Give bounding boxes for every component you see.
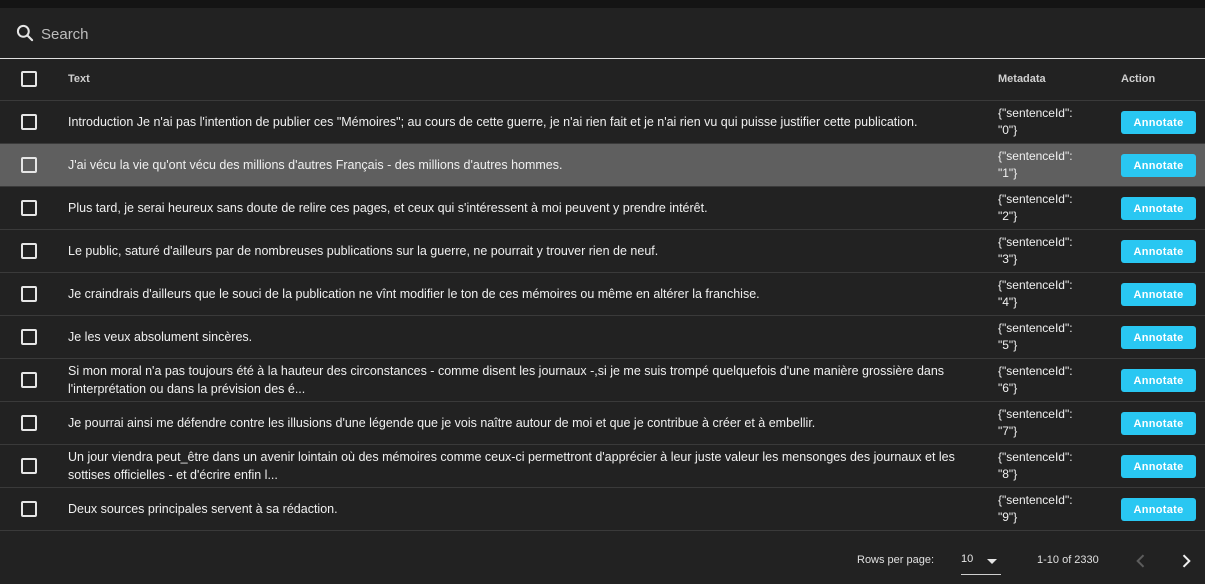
- table-body: Introduction Je n'ai pas l'intention de …: [0, 101, 1205, 531]
- search-bar: [0, 8, 1205, 59]
- column-header-text: Text: [68, 73, 90, 85]
- row-checkbox[interactable]: [21, 114, 37, 130]
- rows-per-page-label: Rows per page:: [857, 554, 935, 566]
- annotate-button[interactable]: Annotate: [1121, 412, 1196, 435]
- row-checkbox[interactable]: [21, 329, 37, 345]
- row-metadata: {"sentenceId": "9"}: [998, 493, 1073, 524]
- chevron-right-icon[interactable]: [1176, 551, 1196, 571]
- row-checkbox[interactable]: [21, 243, 37, 259]
- search-icon: [16, 24, 34, 42]
- table-row[interactable]: Si mon moral n'a pas toujours été à la h…: [0, 359, 1205, 402]
- row-checkbox[interactable]: [21, 286, 37, 302]
- row-checkbox[interactable]: [21, 372, 37, 388]
- annotate-button[interactable]: Annotate: [1121, 455, 1196, 478]
- row-checkbox[interactable]: [21, 458, 37, 474]
- table-row[interactable]: Deux sources principales servent à sa ré…: [0, 488, 1205, 531]
- row-text: Le public, saturé d'ailleurs par de nomb…: [68, 244, 659, 258]
- row-text: Plus tard, je serai heureux sans doute d…: [68, 201, 708, 215]
- arrow-drop-down-icon: [987, 559, 997, 564]
- row-metadata: {"sentenceId": "5"}: [998, 321, 1073, 352]
- row-metadata: {"sentenceId": "7"}: [998, 407, 1073, 438]
- row-metadata: {"sentenceId": "8"}: [998, 450, 1073, 481]
- annotate-button[interactable]: Annotate: [1121, 326, 1196, 349]
- table-row[interactable]: Je craindrais d'ailleurs que le souci de…: [0, 273, 1205, 316]
- row-checkbox[interactable]: [21, 200, 37, 216]
- annotate-button[interactable]: Annotate: [1121, 369, 1196, 392]
- annotate-button[interactable]: Annotate: [1121, 197, 1196, 220]
- chevron-left-icon[interactable]: [1131, 551, 1151, 571]
- annotate-button[interactable]: Annotate: [1121, 283, 1196, 306]
- table-row[interactable]: Un jour viendra peut_être dans un avenir…: [0, 445, 1205, 488]
- table-row[interactable]: J'ai vécu la vie qu'ont vécu des million…: [0, 144, 1205, 187]
- row-metadata: {"sentenceId": "4"}: [998, 278, 1073, 309]
- rows-per-page-value: 10: [961, 553, 974, 565]
- data-table-panel: Text Metadata Action Introduction Je n'a…: [0, 8, 1205, 584]
- pagination-range: 1-10 of 2330: [1037, 554, 1099, 566]
- row-text: Un jour viendra peut_être dans un avenir…: [68, 450, 955, 482]
- table-header: Text Metadata Action: [0, 59, 1205, 101]
- row-text: Deux sources principales servent à sa ré…: [68, 502, 338, 516]
- row-metadata: {"sentenceId": "1"}: [998, 149, 1073, 180]
- annotate-button[interactable]: Annotate: [1121, 154, 1196, 177]
- row-text: Si mon moral n'a pas toujours été à la h…: [68, 364, 945, 396]
- search-input[interactable]: [39, 20, 1143, 48]
- table-pagination: Rows per page: 10 1-10 of 2330: [0, 538, 1205, 584]
- row-metadata: {"sentenceId": "0"}: [998, 106, 1073, 137]
- annotate-button[interactable]: Annotate: [1121, 111, 1196, 134]
- window-top-strip: [0, 0, 1205, 8]
- table-row[interactable]: Plus tard, je serai heureux sans doute d…: [0, 187, 1205, 230]
- row-metadata: {"sentenceId": "2"}: [998, 192, 1073, 223]
- select-all-checkbox[interactable]: [21, 71, 37, 87]
- table-row[interactable]: Introduction Je n'ai pas l'intention de …: [0, 101, 1205, 144]
- annotate-button[interactable]: Annotate: [1121, 498, 1196, 521]
- column-header-action: Action: [1121, 73, 1156, 85]
- table-row[interactable]: Je pourrai ainsi me défendre contre les …: [0, 402, 1205, 445]
- row-metadata: {"sentenceId": "3"}: [998, 235, 1073, 266]
- row-text: Je pourrai ainsi me défendre contre les …: [68, 416, 816, 430]
- row-text: Introduction Je n'ai pas l'intention de …: [68, 115, 918, 129]
- table-row[interactable]: Je les veux absolument sincères. {"sente…: [0, 316, 1205, 359]
- row-text: J'ai vécu la vie qu'ont vécu des million…: [68, 158, 563, 172]
- row-checkbox[interactable]: [21, 415, 37, 431]
- row-checkbox[interactable]: [21, 501, 37, 517]
- table-row[interactable]: Le public, saturé d'ailleurs par de nomb…: [0, 230, 1205, 273]
- row-text: Je craindrais d'ailleurs que le souci de…: [68, 287, 760, 301]
- column-header-metadata: Metadata: [998, 73, 1046, 85]
- row-checkbox[interactable]: [21, 157, 37, 173]
- rows-per-page-select[interactable]: 10: [961, 548, 1001, 575]
- row-text: Je les veux absolument sincères.: [68, 330, 253, 344]
- annotate-button[interactable]: Annotate: [1121, 240, 1196, 263]
- row-metadata: {"sentenceId": "6"}: [998, 364, 1073, 395]
